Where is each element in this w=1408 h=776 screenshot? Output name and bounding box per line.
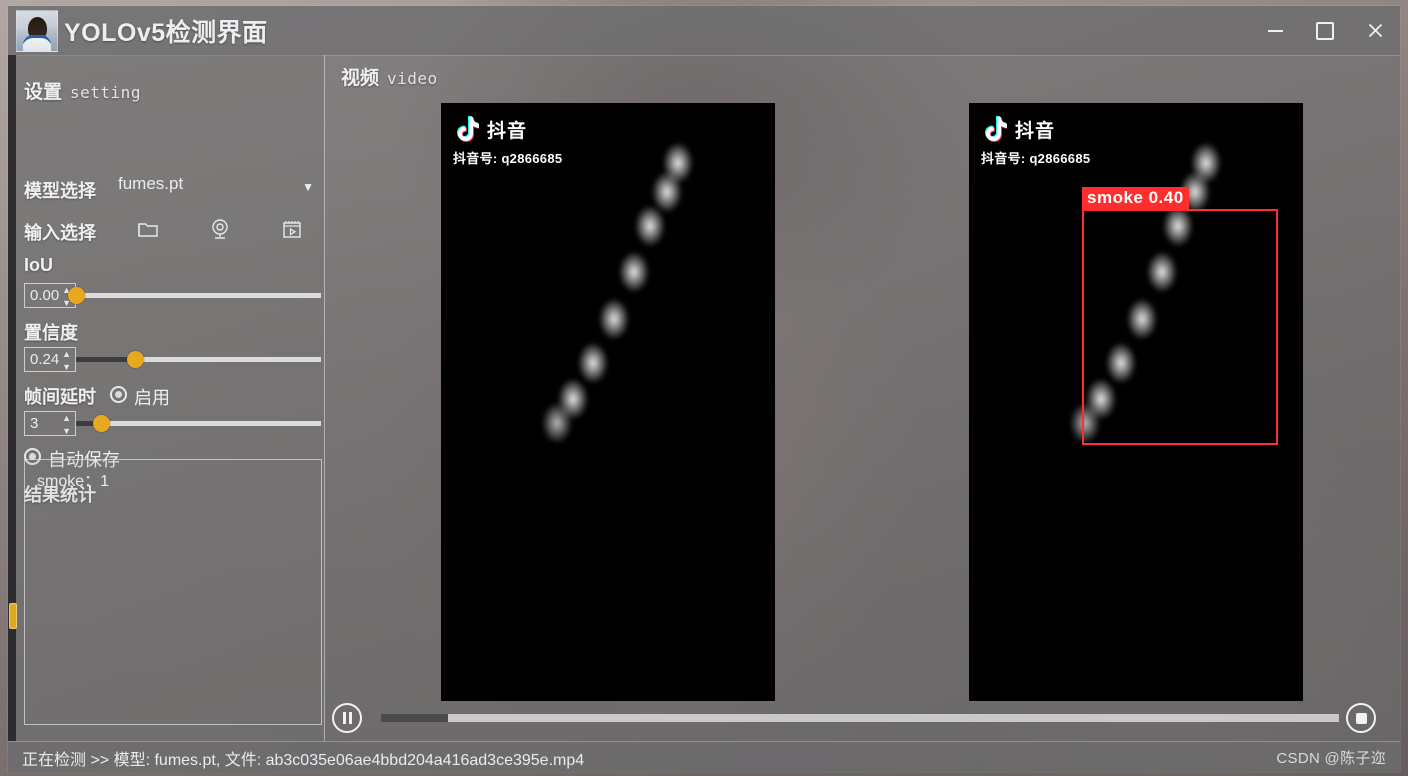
application-window: YOLOv5检测界面 设置 setting 模型选择 fumes.pt ▼ 输入… — [0, 0, 1408, 776]
input-select-label: 输入选择 — [24, 223, 96, 243]
csdn-watermark: CSDN @陈子迩 — [1276, 750, 1386, 767]
settings-heading-cn: 设置 — [24, 82, 63, 103]
stop-button[interactable] — [1346, 703, 1376, 733]
minimize-icon — [1267, 29, 1283, 32]
douyin-brand: 抖音 — [1015, 120, 1056, 142]
confidence-step-down[interactable]: ▼ — [62, 363, 71, 372]
photo-thumbnail-icon — [16, 9, 58, 52]
frame-delay-label: 帧间延时 — [24, 387, 96, 407]
pause-icon — [342, 712, 352, 724]
source-video-frame[interactable]: 抖音 抖音号: q2866685 — [441, 103, 775, 701]
close-icon — [1368, 23, 1382, 38]
douyin-watermark: 抖音 抖音号: q2866685 — [981, 115, 1090, 167]
playback-progress-slider[interactable] — [381, 714, 1339, 722]
maximize-button[interactable] — [1300, 6, 1350, 55]
frame-delay-radio[interactable] — [110, 386, 127, 403]
chevron-down-icon: ▼ — [302, 180, 314, 194]
stop-icon — [1355, 712, 1367, 724]
open-webcam-button[interactable] — [206, 215, 234, 243]
frame-delay-step-up[interactable]: ▲ — [62, 414, 71, 423]
video-heading-cn: 视频 — [341, 68, 380, 89]
open-file-button[interactable] — [134, 215, 162, 243]
playback-controls — [325, 703, 1400, 741]
settings-heading-en: setting — [70, 83, 141, 102]
iou-slider[interactable] — [68, 287, 321, 304]
window-controls — [1250, 6, 1400, 55]
minimize-button[interactable] — [1250, 6, 1300, 55]
confidence-step-up[interactable]: ▲ — [62, 350, 71, 359]
detection-video-frame[interactable]: 抖音 抖音号: q2866685 smoke 0.40 — [969, 103, 1303, 701]
douyin-watermark: 抖音 抖音号: q2866685 — [453, 115, 562, 167]
confidence-value: 0.24 — [30, 351, 60, 368]
detection-bounding-box: smoke 0.40 — [1082, 187, 1278, 445]
status-message: 正在检测 >> 模型: fumes.pt, 文件: ab3c035e06ae4b… — [22, 751, 585, 769]
douyin-logo-icon — [457, 116, 479, 142]
frame-delay-slider[interactable] — [76, 415, 321, 432]
results-textbox[interactable]: smoke：1 — [24, 459, 322, 725]
iou-slider-track — [76, 293, 321, 298]
pause-button[interactable] — [332, 703, 362, 733]
status-bar: 正在检测 >> 模型: fumes.pt, 文件: ab3c035e06ae4b… — [8, 741, 1400, 773]
model-select-label: 模型选择 — [24, 181, 96, 201]
scrollbar-thumb[interactable] — [9, 603, 17, 629]
confidence-slider-handle[interactable] — [126, 351, 144, 368]
model-select-dropdown[interactable]: fumes.pt ▼ — [118, 174, 318, 200]
frame-delay-stepper[interactable]: ▲ ▼ — [62, 414, 71, 436]
folder-icon — [138, 223, 158, 237]
result-line: smoke：1 — [37, 473, 110, 490]
confidence-stepper[interactable]: ▲ ▼ — [62, 350, 71, 372]
iou-slider-handle[interactable] — [68, 287, 85, 304]
confidence-slider[interactable] — [76, 351, 321, 368]
model-select-value: fumes.pt — [118, 174, 184, 193]
video-heading: 视频 video — [341, 63, 438, 90]
frame-delay-spinbox[interactable]: 3 ▲ ▼ — [24, 411, 76, 436]
open-video-button[interactable] — [278, 215, 306, 243]
window-body: 设置 setting 模型选择 fumes.pt ▼ 输入选择 IoU 0.00… — [8, 55, 1400, 741]
frame-delay-slider-track — [76, 421, 321, 426]
confidence-spinbox[interactable]: 0.24 ▲ ▼ — [24, 347, 76, 372]
close-button[interactable] — [1350, 6, 1400, 55]
frame-delay-slider-handle[interactable] — [92, 415, 110, 432]
progress-fill — [381, 714, 449, 722]
maximize-icon — [1316, 21, 1334, 40]
frame-delay-step-down[interactable]: ▼ — [62, 427, 71, 436]
frame-delay-value: 3 — [30, 415, 39, 432]
confidence-slider-fill — [76, 357, 135, 362]
douyin-user-id: 抖音号: q2866685 — [453, 151, 563, 166]
progress-track — [381, 714, 1339, 722]
iou-value: 0.00 — [30, 287, 60, 304]
douyin-user-id: 抖音号: q2866685 — [981, 151, 1091, 166]
video-panel: 视频 video 抖音 抖音号: q2866685 抖音 抖音号: q28666… — [325, 55, 1400, 741]
webcam-icon — [212, 219, 228, 239]
detection-label: smoke 0.40 — [1082, 187, 1189, 210]
video-stage: 抖音 抖音号: q2866685 抖音 抖音号: q2866685 smoke … — [325, 95, 1400, 705]
settings-heading: 设置 setting — [24, 77, 141, 104]
iou-label: IoU — [24, 255, 53, 275]
sidebar-scrollbar[interactable] — [8, 55, 17, 741]
confidence-label: 置信度 — [24, 323, 78, 343]
douyin-brand: 抖音 — [487, 120, 528, 142]
douyin-logo-icon — [985, 116, 1007, 142]
yolov5-window: YOLOv5检测界面 设置 setting 模型选择 fumes.pt ▼ 输入… — [8, 6, 1400, 773]
video-heading-en: video — [387, 69, 438, 88]
page-title: YOLOv5检测界面 — [64, 18, 268, 47]
video-file-icon — [283, 221, 301, 238]
frame-delay-radio-label: 启用 — [134, 388, 170, 408]
settings-sidebar: 设置 setting 模型选择 fumes.pt ▼ 输入选择 IoU 0.00… — [8, 55, 325, 741]
title-bar[interactable]: YOLOv5检测界面 — [8, 6, 1400, 56]
